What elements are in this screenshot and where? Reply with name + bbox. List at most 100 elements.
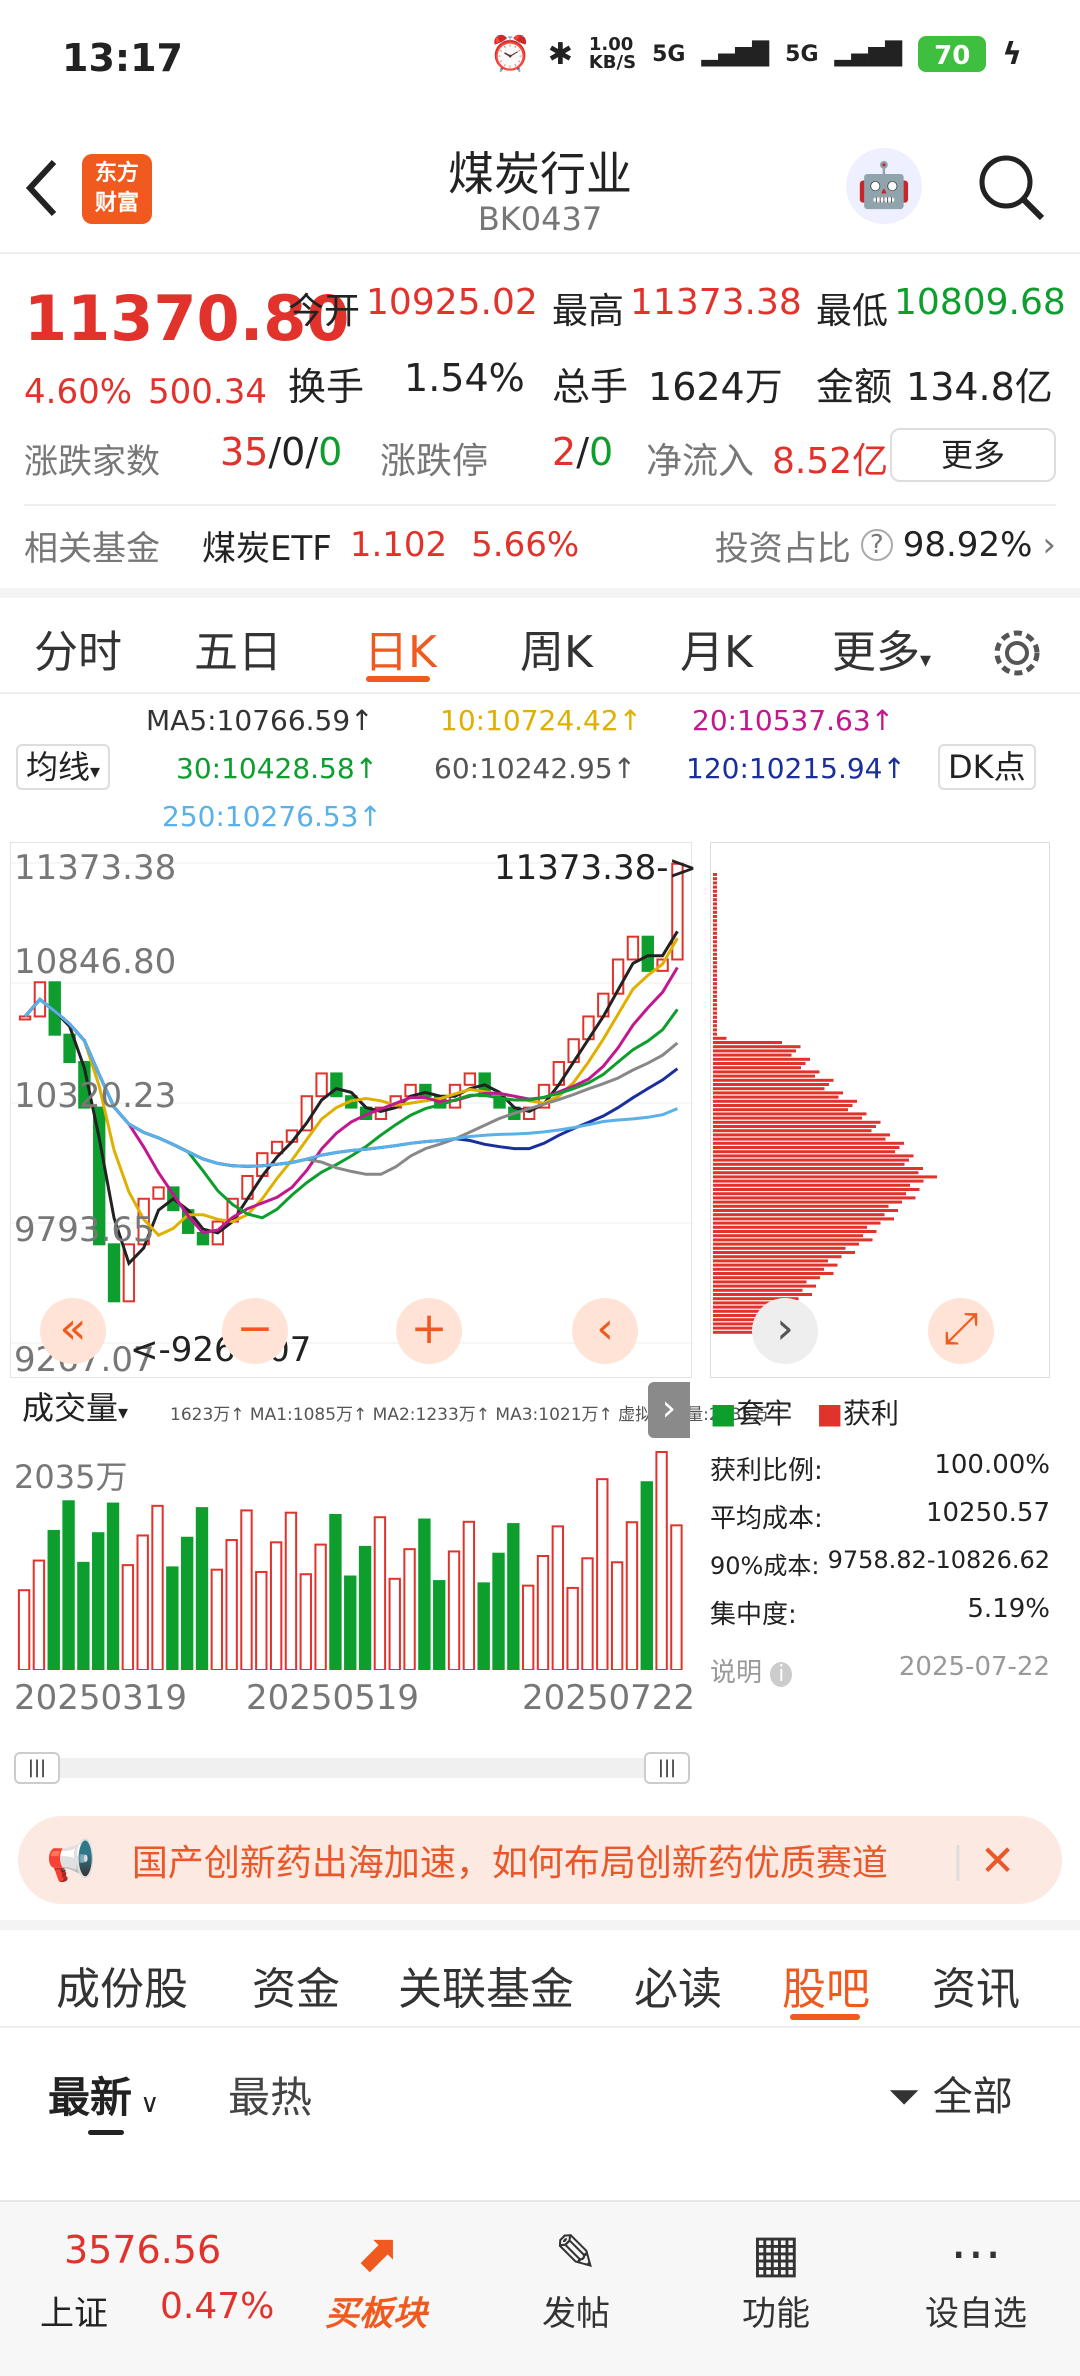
volume-bar xyxy=(166,1566,179,1671)
chip-step-right-button[interactable]: › xyxy=(752,1298,818,1364)
edit-icon: ✎ xyxy=(554,2224,598,2284)
chip-bar xyxy=(713,948,717,952)
chevron-right-icon: › xyxy=(1042,525,1056,565)
dk-point-selector[interactable]: DK点 xyxy=(938,744,1036,790)
tab-monthly-k[interactable]: 月K xyxy=(680,616,753,680)
expand-chevron-icon[interactable]: › xyxy=(648,1382,690,1438)
date-tick-3: 20250722 xyxy=(522,1678,696,1718)
chip-value: 5.19% xyxy=(967,1594,1050,1624)
volume-bar xyxy=(625,1521,639,1671)
volume-bar xyxy=(32,1559,46,1671)
grid-icon: ▦ xyxy=(751,2224,801,2284)
tab-related-funds[interactable]: 关联基金 xyxy=(398,1953,574,2017)
chip-bar xyxy=(713,902,717,906)
low-value: 10809.68 xyxy=(894,282,1066,323)
index-price[interactable]: 3576.56 xyxy=(64,2228,221,2272)
chip-note-label: 说明 xyxy=(710,1658,763,1688)
tab-news[interactable]: 资讯 xyxy=(932,1953,1020,2017)
chip-bar xyxy=(713,1200,902,1204)
chip-note-row: 说明 i xyxy=(710,1652,793,1689)
index-name[interactable]: 上证 xyxy=(40,2286,108,2335)
high-value: 11373.38 xyxy=(630,282,802,323)
tab-forum[interactable]: 股吧 xyxy=(782,1953,870,2017)
candle xyxy=(152,1186,165,1200)
info-icon: i xyxy=(770,1662,793,1687)
chip-bar xyxy=(713,1284,816,1288)
amount-value: 134.8亿 xyxy=(906,365,1053,409)
range-handle-left[interactable]: ||| xyxy=(14,1752,60,1784)
tab-capital[interactable]: 资金 xyxy=(252,1953,340,2017)
high-marker: 11373.38-> xyxy=(494,848,697,888)
sort-latest[interactable]: 最新 ∨ xyxy=(48,2064,159,2125)
volume-bar xyxy=(225,1539,238,1672)
volume-label: 总手 xyxy=(552,365,629,409)
section-tabs: 成份股 资金 关联基金 必读 股吧 资讯 xyxy=(0,1940,1080,2030)
help-icon[interactable]: ? xyxy=(860,529,893,561)
volume-selector[interactable]: 成交量▾ xyxy=(14,1388,137,1432)
breadth-up: 35 xyxy=(220,430,269,474)
candle xyxy=(463,1072,477,1086)
news-banner[interactable]: 📢 国产创新药出海加速，如何布局创新药优质赛道 | ✕ xyxy=(18,1816,1062,1904)
tab-more[interactable]: 更多▾ xyxy=(832,616,931,680)
divider xyxy=(24,504,1056,506)
close-icon[interactable]: ✕ xyxy=(980,1836,1015,1885)
chip-bar xyxy=(713,1049,796,1053)
volume-bar xyxy=(47,1529,60,1671)
sort-hot[interactable]: 最热 xyxy=(228,2064,312,2125)
ma-selector[interactable]: 均线▾ xyxy=(16,744,111,790)
volume-bar xyxy=(151,1504,164,1672)
ma30-label: 30:10428.58↑ xyxy=(176,752,379,785)
tab-daily-k[interactable]: 日K xyxy=(364,616,437,680)
chip-bar xyxy=(713,1217,894,1221)
chip-note[interactable]: 说明 i 2025-07-22 xyxy=(710,1652,1050,1689)
time-range-scrollbar[interactable]: ||| ||| xyxy=(14,1752,690,1784)
post-button[interactable]: ✎ 发帖 xyxy=(486,2222,666,2335)
chip-bar xyxy=(713,1230,877,1233)
volume-bar xyxy=(433,1580,446,1671)
signal-5g-icon-2: 5G xyxy=(785,41,819,67)
chip-bar xyxy=(713,1171,919,1175)
add-watchlist-button[interactable]: ⋯ 设自选 xyxy=(886,2222,1066,2335)
zoom-out-button[interactable]: − xyxy=(222,1298,288,1364)
ma120-label: 120:10215.94↑ xyxy=(686,752,906,785)
zoom-in-button[interactable]: + xyxy=(396,1298,462,1364)
fullscreen-icon[interactable]: ⤢ xyxy=(928,1298,994,1364)
rewind-left-button[interactable]: « xyxy=(40,1298,106,1364)
chip-bar xyxy=(713,1070,820,1074)
chip-bar xyxy=(713,885,717,889)
chip-bar xyxy=(713,1062,806,1065)
chip-bar xyxy=(713,1112,867,1116)
volume-bar xyxy=(284,1511,298,1672)
low-label: 最低 xyxy=(816,291,889,332)
tab-wuri[interactable]: 五日 xyxy=(194,616,282,680)
tab-must-read[interactable]: 必读 xyxy=(634,1953,722,2017)
related-fund-row[interactable]: 相关基金 煤炭ETF 1.102 5.66% 投资占比 ? 98.92% › xyxy=(24,510,1056,580)
chip-bar xyxy=(713,1087,825,1091)
volume-value: 1624万 xyxy=(648,365,783,409)
robot-assistant-icon[interactable]: 🤖 xyxy=(846,148,922,224)
index-pct[interactable]: 0.47% xyxy=(160,2286,274,2327)
more-button[interactable]: 更多 xyxy=(890,428,1056,482)
buy-sector-button[interactable]: ⬈ 买板块 xyxy=(286,2222,466,2335)
tab-fenshi[interactable]: 分时 xyxy=(34,616,122,680)
functions-button[interactable]: ▦ 功能 xyxy=(686,2222,866,2335)
net-speed: 1.00 KB/S xyxy=(588,34,637,73)
ma60-label: 60:10242.95↑ xyxy=(434,752,637,785)
chip-bar xyxy=(713,990,717,994)
settings-gear-icon[interactable] xyxy=(990,626,1044,680)
chip-bar xyxy=(713,982,717,986)
filter-button[interactable]: ⏷ 全部 xyxy=(888,2064,1013,2122)
signal-bars-icon: ▂▄▆█ xyxy=(701,41,770,67)
volume-bar xyxy=(670,1524,683,1671)
chip-distribution-panel[interactable] xyxy=(710,842,1050,1378)
range-handle-right[interactable]: ||| xyxy=(644,1752,690,1784)
tab-weekly-k[interactable]: 周K xyxy=(520,616,593,680)
search-icon[interactable] xyxy=(976,152,1046,222)
step-left-button[interactable]: ‹ xyxy=(572,1298,638,1364)
breadth-values: 35/0/0 xyxy=(220,430,343,474)
divider xyxy=(0,692,1080,694)
chip-bar xyxy=(713,1146,900,1149)
chip-bar xyxy=(713,906,717,910)
tab-constituents[interactable]: 成份股 xyxy=(56,1953,188,2017)
date-tick-2: 20250519 xyxy=(246,1678,420,1718)
